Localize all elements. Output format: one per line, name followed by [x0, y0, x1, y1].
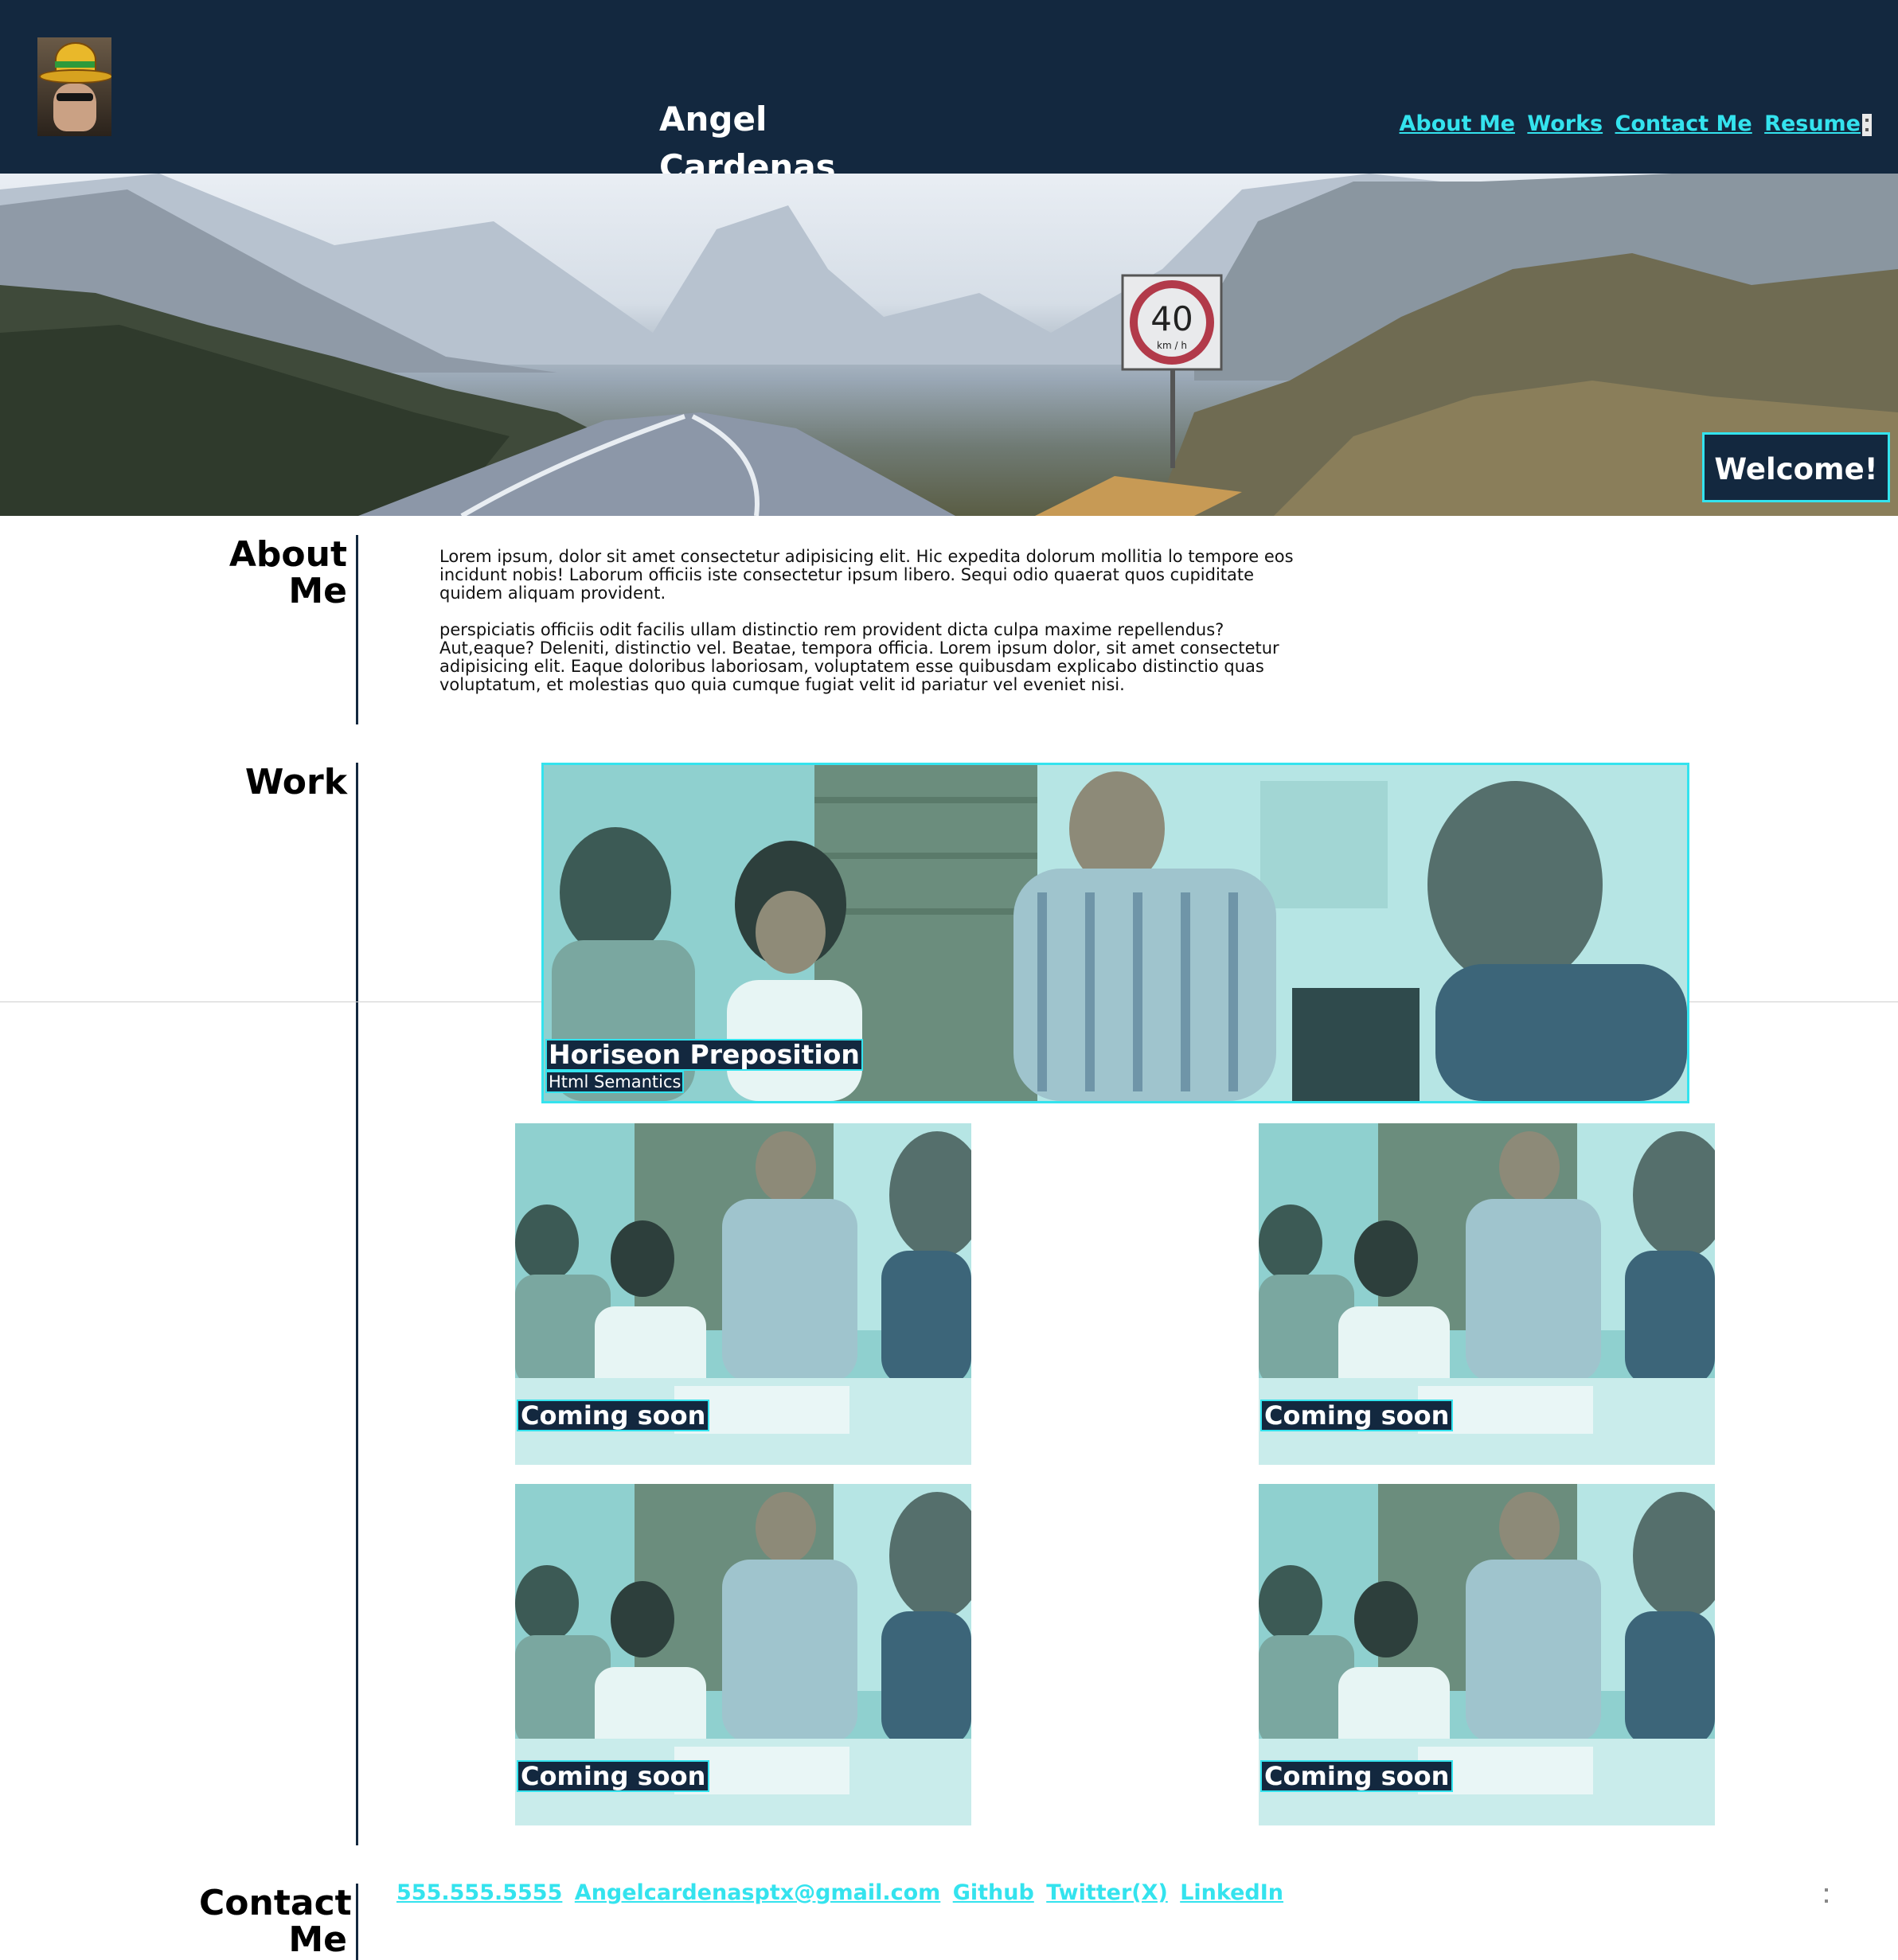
card-2-title: Coming soon [1260, 1400, 1454, 1431]
hero-landscape-image: 40 km / h [0, 174, 1898, 516]
about-text: Lorem ipsum, dolor sit amet consectetur … [439, 548, 1299, 713]
card-1-title: Coming soon [517, 1400, 710, 1431]
site-header: Angel Cardenas About Me Works Contact Me… [0, 0, 1898, 186]
welcome-badge: Welcome! [1702, 432, 1890, 502]
nav-about-me[interactable]: About Me [1400, 111, 1515, 136]
sign-value: 40 [1150, 299, 1193, 338]
contact-scroll-handle[interactable] [1823, 1887, 1830, 1904]
contact-divider [356, 1884, 358, 1960]
work-heading: Work [244, 762, 347, 802]
contact-linkedin-link[interactable]: LinkedIn [1180, 1880, 1283, 1905]
contact-github-link[interactable]: Github [953, 1880, 1034, 1905]
featured-card-subtitle: Html Semantics [545, 1071, 685, 1093]
nav-works[interactable]: Works [1527, 111, 1603, 136]
featured-card-title: Horiseon Preposition [545, 1039, 863, 1071]
contact-email-link[interactable]: Angelcardenasptx@gmail.com [575, 1880, 941, 1905]
card-4-title: Coming soon [1260, 1760, 1454, 1792]
work-card-1[interactable]: Coming soon [515, 1123, 971, 1465]
work-card-4[interactable]: Coming soon [1259, 1484, 1715, 1825]
work-card-3[interactable]: Coming soon [515, 1484, 971, 1825]
nav-contact-me[interactable]: Contact Me [1615, 111, 1752, 136]
contact-phone-link[interactable]: 555.555.5555 [396, 1880, 562, 1905]
hero-banner: 40 km / h Welcome! [0, 174, 1898, 516]
main-nav: About Me Works Contact Me Resume [1395, 111, 1872, 136]
card-3-title: Coming soon [517, 1760, 710, 1792]
contact-twitter-link[interactable]: Twitter(X) [1046, 1880, 1168, 1905]
work-card-featured[interactable]: Horiseon Preposition Html Semantics [541, 763, 1689, 1103]
about-paragraph-1: Lorem ipsum, dolor sit amet consectetur … [439, 547, 1294, 603]
nav-scroll-handle[interactable] [1862, 113, 1872, 136]
work-divider [356, 763, 358, 1845]
sign-unit: km / h [1157, 340, 1187, 351]
contact-links: 555.555.5555 Angelcardenasptx@gmail.com … [396, 1880, 1288, 1905]
contact-heading: Contact Me [199, 1883, 352, 1960]
about-heading: About Me [228, 534, 347, 611]
work-card-2[interactable]: Coming soon [1259, 1123, 1715, 1465]
profile-avatar [37, 37, 111, 136]
about-divider [356, 535, 358, 724]
about-paragraph-2: perspiciatis officiis odit facilis ullam… [439, 620, 1279, 694]
nav-resume[interactable]: Resume [1764, 111, 1861, 136]
